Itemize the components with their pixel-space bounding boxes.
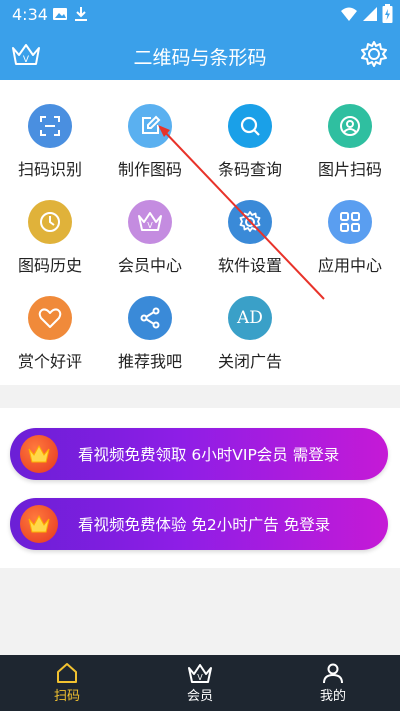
tile-settings[interactable]: 软件设置 [200,200,300,276]
nav-label: 我的 [319,689,346,704]
svg-text:V: V [197,673,203,682]
tile-label: 会员中心 [117,256,182,275]
bottom-nav: 扫码 V 会员 我的 [0,655,400,711]
edit-icon [128,104,172,148]
app-header: V 二维码与条形码 [0,30,400,80]
tile-create-code[interactable]: 制作图码 [100,104,200,180]
ad-icon: AD [228,296,272,340]
nav-member[interactable]: V 会员 [160,659,240,704]
crown-badge-icon [20,435,58,473]
tile-close-ads[interactable]: AD 关闭广告 [200,296,300,372]
nav-label: 扫码 [53,689,80,704]
clock-icon [28,200,72,244]
no-ads-video-banner[interactable]: 看视频免费体验 免2小时广告 免登录 [10,498,388,550]
tile-label: 软件设置 [217,256,282,275]
vip-video-banner[interactable]: 看视频免费领取 6小时VIP会员 需登录 [10,428,388,480]
tile-label: 图码历史 [17,256,82,275]
crown-badge-icon [20,505,58,543]
home-icon [27,659,107,685]
tile-label: 制作图码 [117,160,182,179]
tile-label: 应用中心 [317,256,382,275]
tile-history[interactable]: 图码历史 [0,200,100,276]
tile-scan[interactable]: 扫码识别 [0,104,100,180]
banner-text: 看视频免费体验 免2小时广告 免登录 [78,516,331,534]
tile-label: 图片扫码 [317,160,382,179]
status-bar: 4:34 [0,0,400,30]
user-icon [293,659,373,685]
signal-icon [362,6,378,26]
tile-recommend[interactable]: 推荐我吧 [100,296,200,372]
nav-label: 会员 [186,689,213,704]
tile-member-center[interactable]: V 会员中心 [100,200,200,276]
tile-app-center[interactable]: 应用中心 [300,200,400,276]
search-icon [228,104,272,148]
wifi-icon [340,6,358,26]
image-icon [328,104,372,148]
gear-icon [228,200,272,244]
battery-icon [382,4,393,28]
tile-label: 推荐我吧 [117,352,182,371]
image-notification-icon [52,6,68,26]
tile-label: 条码查询 [217,160,282,179]
banner-text: 看视频免费领取 6小时VIP会员 需登录 [78,446,340,464]
tile-label: 关闭广告 [217,352,282,371]
ad-icon-text: AD [237,308,263,328]
feature-grid: 扫码识别 制作图码 条码查询 图片扫码 图码历史 V 会员中心 软件设置 应用中… [0,80,400,385]
crown-icon: V [128,200,172,244]
download-icon [74,6,88,26]
scan-icon [28,104,72,148]
share-icon [128,296,172,340]
tile-label: 赏个好评 [17,352,82,371]
tile-barcode-query[interactable]: 条码查询 [200,104,300,180]
tile-rate-us[interactable]: 赏个好评 [0,296,100,372]
nav-scan[interactable]: 扫码 [27,659,107,704]
apps-icon [328,200,372,244]
promo-banners: 看视频免费领取 6小时VIP会员 需登录 看视频免费体验 免2小时广告 免登录 [0,408,400,568]
tile-label: 扫码识别 [17,160,82,179]
settings-gear-button[interactable] [360,40,388,72]
tile-image-scan[interactable]: 图片扫码 [300,104,400,180]
crown-icon: V [160,659,240,685]
heart-icon [28,296,72,340]
page-title: 二维码与条形码 [133,47,267,69]
svg-text:V: V [147,221,153,230]
status-time: 4:34 [12,5,48,24]
nav-mine[interactable]: 我的 [293,659,373,704]
